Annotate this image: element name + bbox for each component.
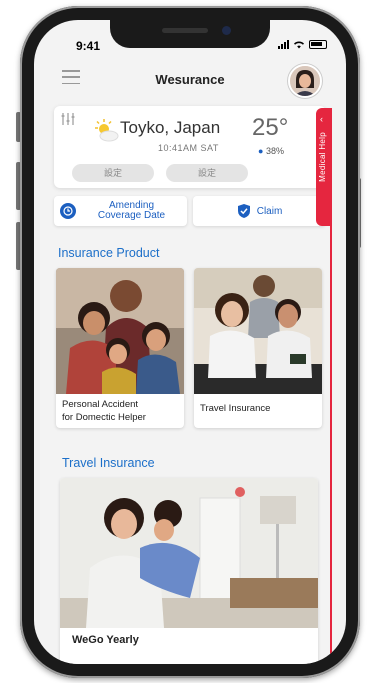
shield-check-icon: [237, 204, 250, 218]
amend-coverage-label: Amending Coverage Date: [97, 200, 166, 221]
humidity-value: 38%: [265, 146, 284, 156]
mother-child-photo: [60, 478, 318, 628]
app-bar: Wesurance: [34, 64, 346, 102]
weather-setting-button-2[interactable]: 設定: [166, 164, 248, 182]
front-camera: [222, 26, 231, 35]
avatar-portrait: [290, 66, 320, 96]
claim-button[interactable]: Claim: [193, 196, 326, 226]
weather-temperature: 25°: [252, 114, 289, 141]
phone-screen: 9:41 Wesurance Toyko, Japan 10:41AM SAT …: [34, 20, 346, 664]
product-title-line2: for Domectic Helper: [62, 412, 146, 423]
wifi-icon: [294, 40, 304, 48]
weather-setting-button-1[interactable]: 設定: [72, 164, 154, 182]
product-title-line1: Personal Accident: [62, 399, 139, 410]
weather-humidity: ● 38%: [258, 146, 284, 156]
travel-insurance-title: Travel Insurance: [62, 456, 155, 470]
partly-sunny-icon: [95, 119, 119, 142]
weather-city: Toyko, Japan: [120, 118, 221, 137]
medical-help-label: Medical Help: [318, 132, 327, 182]
insurance-product-title: Insurance Product: [58, 246, 160, 260]
weather-card: Toyko, Japan 10:41AM SAT 25° ● 38% 設定 設定: [54, 106, 326, 188]
product-title: Travel Insurance: [200, 403, 271, 414]
medical-help-tab[interactable]: ‹ Medical Help: [316, 108, 332, 226]
featured-plan-title: WeGo Yearly: [72, 634, 139, 646]
action-row: Amending Coverage Date Claim: [54, 196, 326, 226]
family-photo: [56, 268, 184, 394]
featured-plan-card[interactable]: WeGo Yearly: [60, 478, 318, 664]
settings-sliders-icon[interactable]: [60, 112, 76, 126]
amend-coverage-button[interactable]: Amending Coverage Date: [54, 196, 187, 226]
status-time: 9:41: [76, 39, 101, 53]
battery-icon: [309, 39, 327, 49]
status-icons: [278, 39, 327, 49]
clock-icon: [60, 203, 76, 219]
profile-avatar[interactable]: [288, 64, 322, 98]
medical-help-edge: [330, 220, 332, 664]
weather-time: 10:41AM SAT: [158, 143, 219, 153]
travel-family-photo: [194, 268, 322, 394]
product-card-personal-accident[interactable]: Personal Accident for Domectic Helper: [56, 268, 184, 428]
signal-icon: [278, 39, 289, 49]
notch: [110, 20, 270, 48]
product-card-travel-insurance[interactable]: Travel Insurance: [194, 268, 322, 428]
claim-label: Claim: [256, 205, 283, 217]
water-drop-icon: ●: [258, 146, 264, 156]
speaker-grille: [162, 28, 208, 33]
chevron-left-icon: ‹: [320, 114, 323, 124]
